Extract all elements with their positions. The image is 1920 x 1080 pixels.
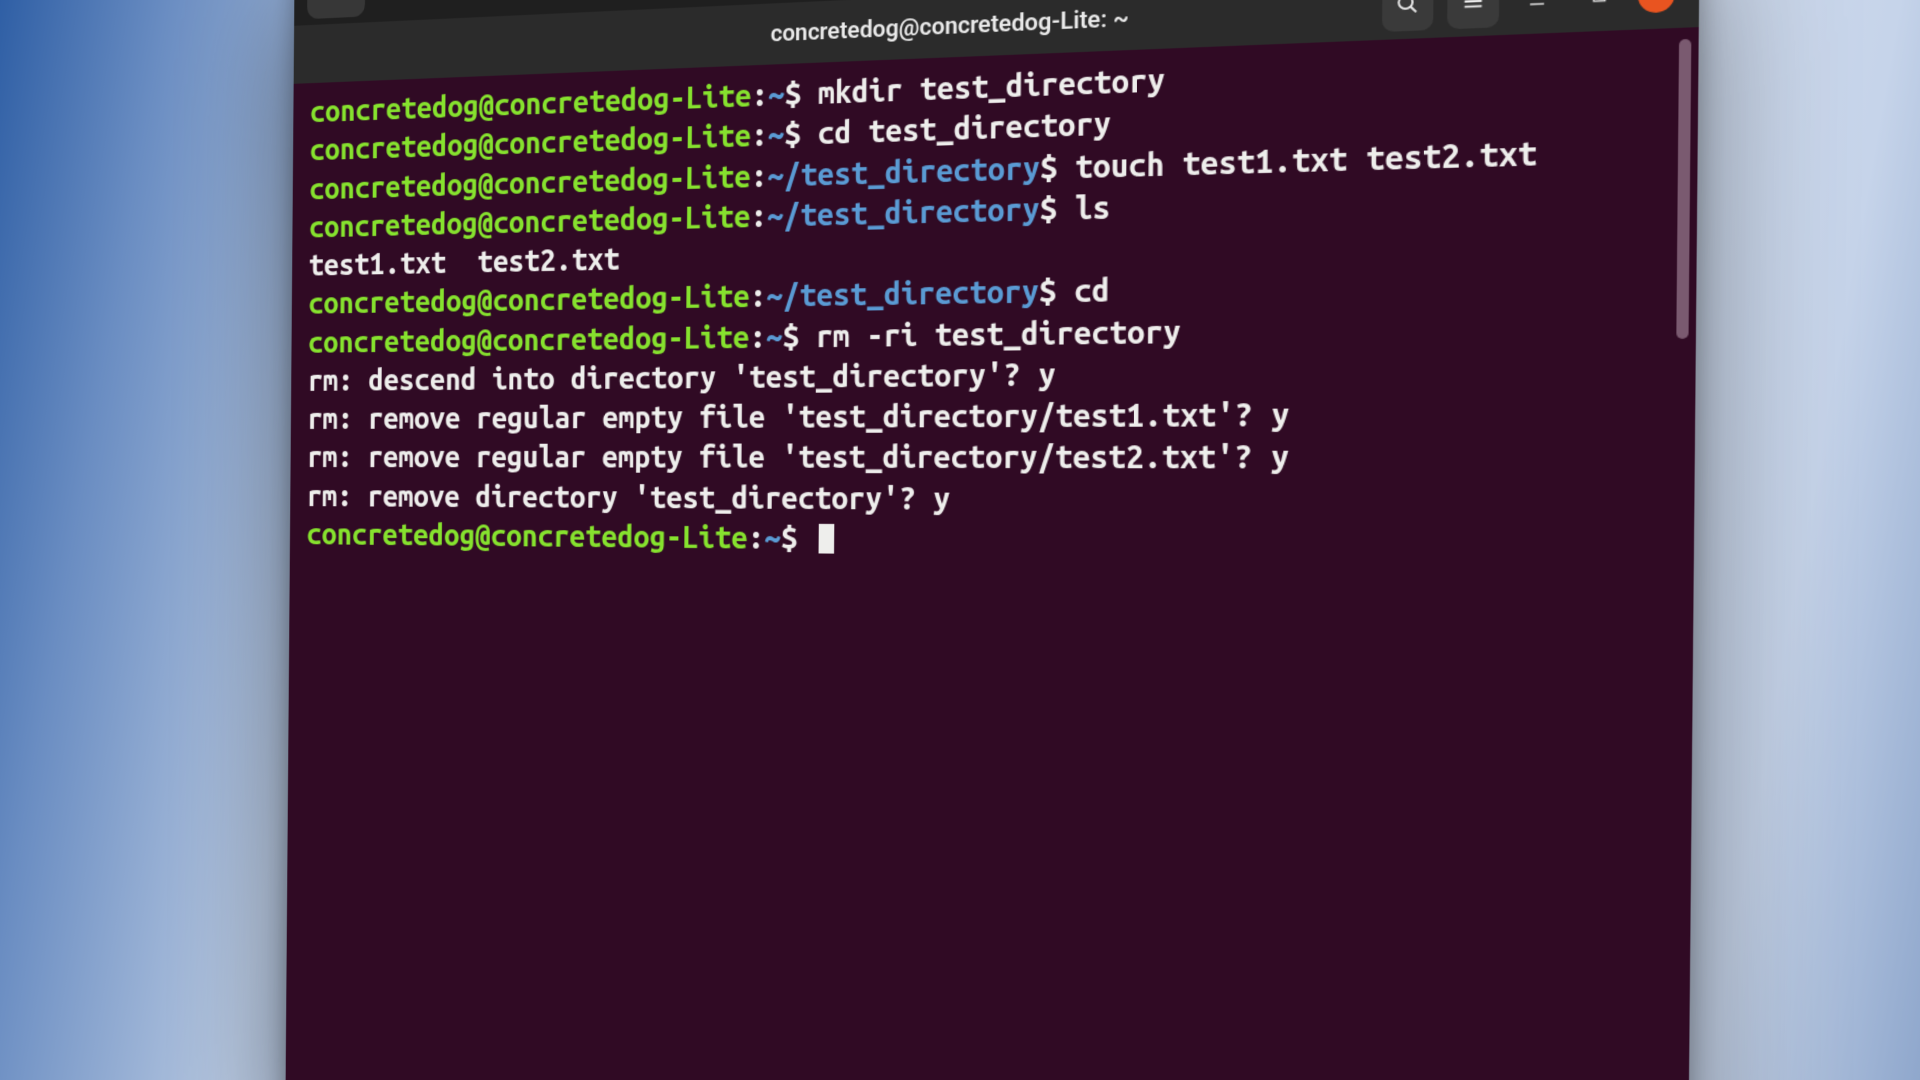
prompt-user-host: concretedog@concretedog-Lite <box>308 280 750 320</box>
prompt-separator: : <box>749 320 766 354</box>
output-text: rm: descend into directory 'test_directo… <box>308 357 1056 396</box>
prompt-sigil: $ <box>1039 274 1074 309</box>
prompt-separator: : <box>750 280 767 314</box>
prompt-sigil: $ <box>782 319 816 353</box>
prompt-path: ~/test_directory <box>767 192 1040 233</box>
output-text: rm: remove regular empty file 'test_dire… <box>307 398 1289 435</box>
prompt-path: ~ <box>768 78 785 112</box>
search-icon <box>1395 0 1421 21</box>
output-text: rm: remove regular empty file 'test_dire… <box>307 440 1289 475</box>
prompt-user-host: concretedog@concretedog-Lite <box>309 200 751 244</box>
prompt-separator: : <box>750 199 767 233</box>
output-text: rm: remove directory 'test_directory'? y <box>307 480 951 516</box>
prompt-path: ~ <box>768 118 785 152</box>
close-button[interactable] <box>1638 0 1675 13</box>
prompt-sigil: $ <box>784 117 818 152</box>
new-tab-button[interactable] <box>307 0 365 19</box>
prompt-command: ls <box>1075 190 1111 226</box>
maximize-button[interactable] <box>1575 0 1624 22</box>
scrollbar-thumb[interactable] <box>1676 39 1691 339</box>
prompt-command: cd <box>1074 274 1110 309</box>
hamburger-icon <box>1460 0 1486 19</box>
minimize-button[interactable] <box>1513 0 1561 24</box>
new-tab-icon <box>322 0 350 8</box>
prompt-sigil: $ <box>1040 191 1075 227</box>
prompt-sigil: $ <box>781 521 815 555</box>
terminal-output-line: rm: remove regular empty file 'test_dire… <box>307 392 1673 438</box>
close-icon <box>1648 0 1665 7</box>
terminal-output-line: rm: remove regular empty file 'test_dire… <box>307 436 1673 480</box>
prompt-user-host: concretedog@concretedog-Lite <box>307 518 748 555</box>
prompt-separator: : <box>751 119 768 153</box>
minimize-icon <box>1525 0 1549 15</box>
desktop-background: concretedog@concretedog-Lite: ~ <box>0 0 1920 1080</box>
prompt-command: rm -ri test_directory <box>816 314 1181 353</box>
prompt-sigil: $ <box>1040 149 1075 185</box>
prompt-separator: : <box>751 78 768 112</box>
maximize-icon <box>1590 0 1609 10</box>
terminal-window: concretedog@concretedog-Lite: ~ <box>285 0 1700 1080</box>
prompt-path: ~/test_directory <box>766 275 1039 314</box>
prompt-sigil: $ <box>785 76 819 111</box>
menu-button[interactable] <box>1447 0 1499 29</box>
prompt-command: cd test_directory <box>818 107 1112 151</box>
terminal-prompt-line: concretedog@concretedog-Lite:~$ <box>306 515 1672 568</box>
prompt-separator: : <box>748 521 765 555</box>
prompt-separator: : <box>751 159 768 193</box>
prompt-user-host: concretedog@concretedog-Lite <box>308 320 750 358</box>
text-cursor <box>818 524 834 554</box>
search-button[interactable] <box>1382 0 1434 32</box>
prompt-path: ~ <box>764 521 781 555</box>
prompt-path: ~/test_directory <box>767 151 1040 193</box>
prompt-path: ~ <box>766 320 783 354</box>
terminal-body[interactable]: concretedog@concretedog-Lite:~$ mkdir te… <box>285 27 1698 1080</box>
output-text: test1.txt test2.txt <box>309 243 620 282</box>
